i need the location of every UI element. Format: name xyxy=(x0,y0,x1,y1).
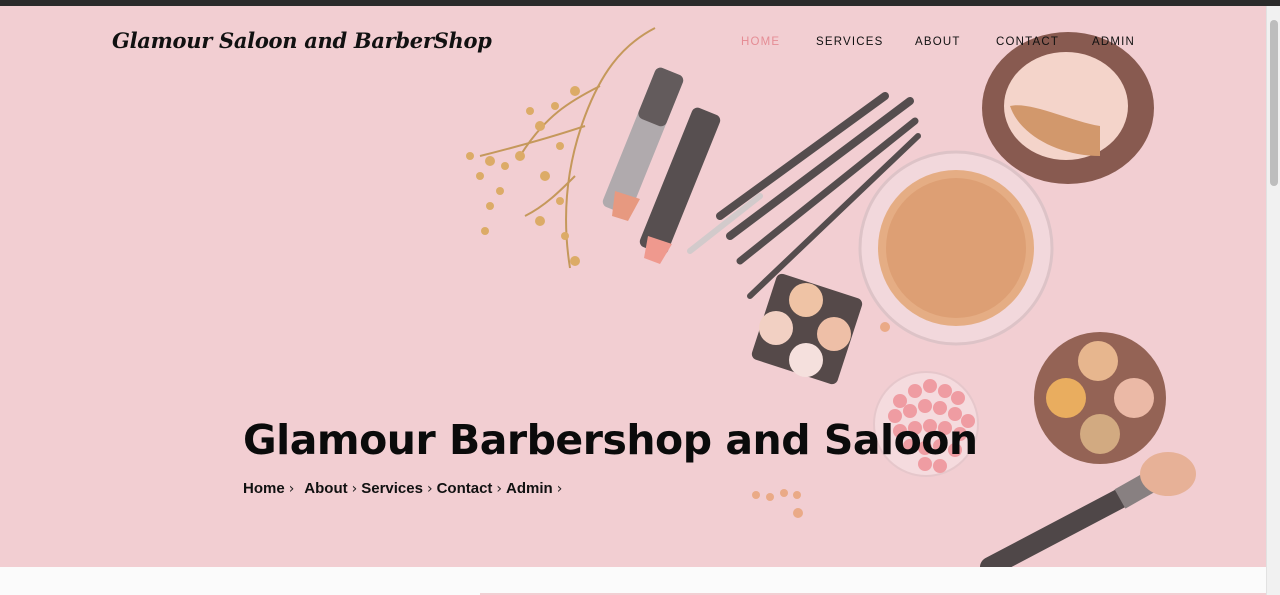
hero-section: Glamour Saloon and BarberShop HOME SERVI… xyxy=(0,6,1266,567)
breadcrumb-item-admin[interactable]: Admin › xyxy=(506,480,566,497)
page-scrollbar[interactable] xyxy=(1266,6,1280,595)
breadcrumb: Home › About › Services › Contact › Admi… xyxy=(243,480,566,497)
nav-item-home[interactable]: HOME xyxy=(741,36,780,48)
hero-title: Glamour Barbershop and Saloon xyxy=(243,416,978,464)
breadcrumb-item-about[interactable]: About › xyxy=(304,480,361,497)
nav-item-about[interactable]: ABOUT xyxy=(915,36,961,48)
chevron-right-icon: › xyxy=(288,480,295,497)
main-nav: HOME SERVICES ABOUT CONTACT ADMIN xyxy=(0,36,1266,56)
scrollbar-thumb[interactable] xyxy=(1270,20,1278,186)
chevron-right-icon: › xyxy=(426,480,433,497)
breadcrumb-label: Services xyxy=(361,480,423,497)
breadcrumb-item-services[interactable]: Services › xyxy=(361,480,436,497)
breadcrumb-label: Home xyxy=(243,480,285,497)
chevron-right-icon: › xyxy=(496,480,503,497)
nav-item-services[interactable]: SERVICES xyxy=(816,36,884,48)
cosmetics-background-image xyxy=(0,6,1266,567)
breadcrumb-label: About xyxy=(304,480,348,497)
nav-item-admin[interactable]: ADMIN xyxy=(1092,36,1135,48)
breadcrumb-item-contact[interactable]: Contact › xyxy=(437,480,506,497)
nav-item-contact[interactable]: CONTACT xyxy=(996,36,1059,48)
breadcrumb-item-home[interactable]: Home › xyxy=(243,480,304,497)
chevron-right-icon: › xyxy=(351,480,358,497)
content-section-start xyxy=(0,567,1266,595)
breadcrumb-label: Contact xyxy=(436,480,493,497)
breadcrumb-label: Admin xyxy=(506,480,553,497)
chevron-right-icon: › xyxy=(556,480,563,497)
